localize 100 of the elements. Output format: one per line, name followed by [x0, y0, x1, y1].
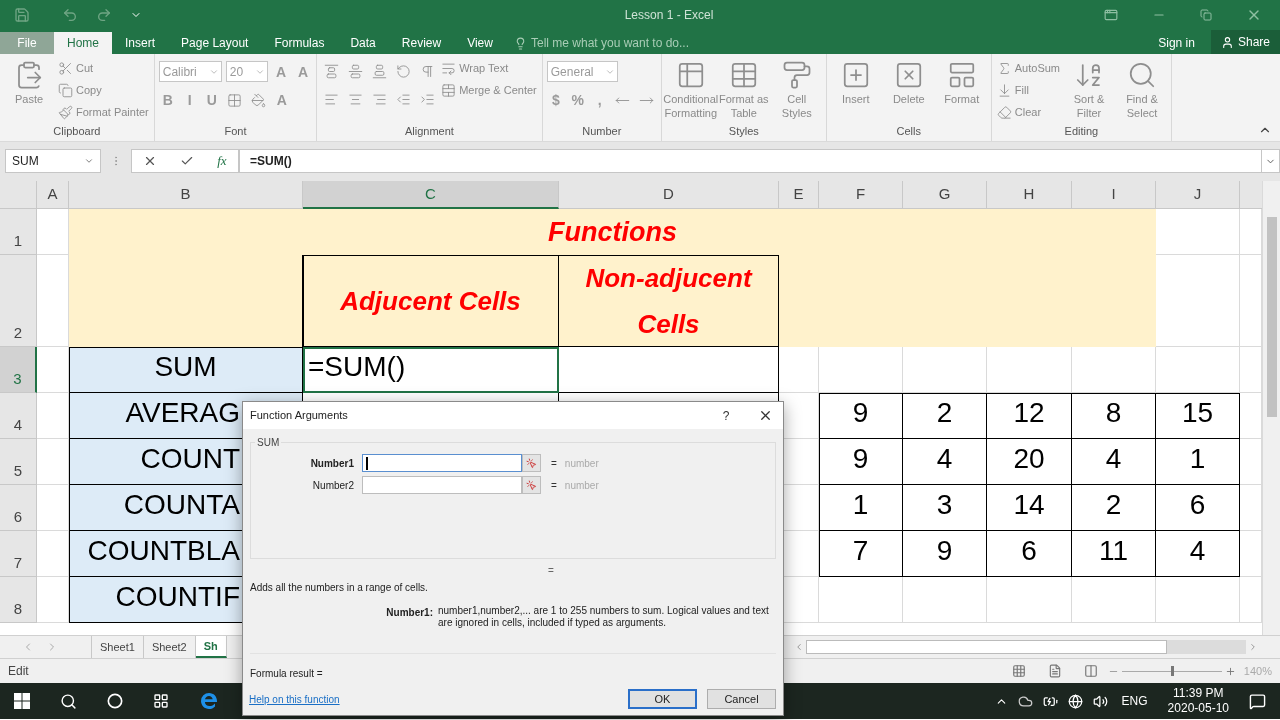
- header-cell[interactable]: Non-adjucent Cells: [559, 255, 779, 347]
- ribbon-tab[interactable]: Home: [54, 32, 112, 54]
- search-icon[interactable]: [60, 692, 77, 710]
- name-box[interactable]: SUM: [5, 149, 101, 173]
- cell[interactable]: 6: [987, 531, 1072, 577]
- zoom-in-icon[interactable]: [1224, 665, 1236, 677]
- column-header[interactable]: [1240, 181, 1262, 209]
- column-header[interactable]: E: [779, 181, 819, 209]
- close-icon[interactable]: [758, 408, 773, 423]
- cell[interactable]: 7: [819, 531, 903, 577]
- active-cell[interactable]: =SUM(): [303, 347, 559, 393]
- cell[interactable]: 4: [903, 439, 987, 485]
- help-button[interactable]: ?: [716, 406, 736, 425]
- ribbon-tab[interactable]: View: [454, 32, 506, 54]
- header-cell[interactable]: Adjucent Cells: [303, 255, 559, 347]
- row-header[interactable]: 6: [0, 485, 37, 531]
- normal-view-icon[interactable]: [1011, 664, 1026, 678]
- page-break-icon[interactable]: [1083, 664, 1098, 678]
- sheet-tab[interactable]: Sheet2: [143, 636, 196, 658]
- page-layout-icon[interactable]: [1047, 664, 1062, 678]
- column-header[interactable]: B: [69, 181, 303, 209]
- row-header[interactable]: 4: [0, 393, 37, 439]
- row-header[interactable]: 3: [0, 347, 37, 393]
- ribbon-tab[interactable]: Insert: [112, 32, 169, 54]
- cell[interactable]: 9: [819, 439, 903, 485]
- ribbon-tab[interactable]: Data: [337, 32, 389, 54]
- column-header[interactable]: G: [903, 181, 987, 209]
- ribbon-tab[interactable]: Page Layout: [168, 32, 262, 54]
- enter-icon[interactable]: [180, 154, 195, 168]
- collapse-dialog-button[interactable]: [522, 454, 541, 472]
- cell[interactable]: [559, 347, 779, 393]
- zoom-slider[interactable]: [1121, 665, 1222, 677]
- cell[interactable]: 4: [1156, 531, 1240, 577]
- task-view-icon[interactable]: [153, 693, 169, 709]
- cell[interactable]: 9: [819, 393, 903, 439]
- cell[interactable]: 11: [1072, 531, 1156, 577]
- sheet-tab[interactable]: Sh: [195, 636, 227, 658]
- scroll-left-icon[interactable]: [794, 642, 804, 652]
- vertical-scrollbar[interactable]: [1262, 181, 1280, 635]
- clock-date[interactable]: 2020-05-10: [1167, 701, 1229, 716]
- row-header[interactable]: 8: [0, 577, 37, 623]
- cell[interactable]: SUM: [69, 347, 303, 393]
- select-all-button[interactable]: [0, 181, 37, 209]
- share-button[interactable]: Share: [1210, 30, 1280, 54]
- argument-field[interactable]: [362, 476, 522, 494]
- cell[interactable]: 15: [1156, 393, 1240, 439]
- cell[interactable]: 4: [1072, 439, 1156, 485]
- ribbon-tab[interactable]: Formulas: [261, 32, 338, 54]
- windows-icon[interactable]: [14, 693, 30, 709]
- redo-icon[interactable]: [96, 7, 112, 23]
- row-header[interactable]: 1: [0, 209, 37, 255]
- notifications-icon[interactable]: [1249, 692, 1266, 710]
- row-header[interactable]: 2: [0, 255, 37, 347]
- network-icon[interactable]: [1067, 693, 1083, 709]
- cell[interactable]: 1: [819, 485, 903, 531]
- browser-icon[interactable]: [199, 691, 219, 711]
- cell[interactable]: 2: [903, 393, 987, 439]
- collapse-dialog-button[interactable]: [522, 476, 541, 494]
- cell[interactable]: 6: [1156, 485, 1240, 531]
- column-header[interactable]: D: [559, 181, 779, 209]
- cell[interactable]: 2: [1072, 485, 1156, 531]
- column-header[interactable]: A: [37, 181, 69, 209]
- column-header[interactable]: J: [1156, 181, 1240, 209]
- row-header[interactable]: 7: [0, 531, 37, 577]
- volume-icon[interactable]: [1092, 693, 1108, 709]
- ribbon-tab[interactable]: Review: [388, 32, 455, 54]
- cloud-icon[interactable]: [1017, 693, 1033, 709]
- paint-roller-icon: [781, 60, 812, 90]
- column-header[interactable]: F: [819, 181, 903, 209]
- sheet-tab[interactable]: Sheet1: [92, 636, 144, 658]
- cell[interactable]: 1: [1156, 439, 1240, 485]
- ribbon-display-icon[interactable]: [1104, 8, 1118, 22]
- sign-in-link[interactable]: Sign in: [1158, 32, 1195, 54]
- undo-icon[interactable]: [62, 7, 78, 23]
- cell[interactable]: 8: [1072, 393, 1156, 439]
- dialog-button[interactable]: Cancel: [707, 689, 776, 709]
- formula-field[interactable]: =SUM(): [239, 149, 1262, 173]
- clock-time[interactable]: 11:39 PM: [1173, 686, 1224, 701]
- column-header[interactable]: I: [1072, 181, 1156, 209]
- argument-field[interactable]: [362, 454, 522, 472]
- language-indicator[interactable]: ENG: [1121, 692, 1148, 710]
- cell[interactable]: 3: [903, 485, 987, 531]
- cell[interactable]: Functions: [69, 209, 1156, 255]
- dialog-button[interactable]: OK: [628, 689, 697, 709]
- help-link[interactable]: Help on this function: [249, 691, 618, 707]
- circle-icon[interactable]: [107, 693, 123, 709]
- row-header[interactable]: 5: [0, 439, 37, 485]
- cell[interactable]: 20: [987, 439, 1072, 485]
- cell[interactable]: 9: [903, 531, 987, 577]
- column-header[interactable]: H: [987, 181, 1072, 209]
- insert-function-button[interactable]: fx: [217, 151, 227, 171]
- column-header[interactable]: C: [303, 181, 559, 209]
- cell[interactable]: 14: [987, 485, 1072, 531]
- cell[interactable]: [69, 255, 303, 347]
- restore-icon[interactable]: [1200, 9, 1212, 21]
- cell[interactable]: 12: [987, 393, 1072, 439]
- scroll-right-icon[interactable]: [1248, 642, 1258, 652]
- cell[interactable]: [779, 255, 1156, 347]
- save-icon[interactable]: [14, 7, 30, 23]
- argument-hint: number: [564, 478, 599, 493]
